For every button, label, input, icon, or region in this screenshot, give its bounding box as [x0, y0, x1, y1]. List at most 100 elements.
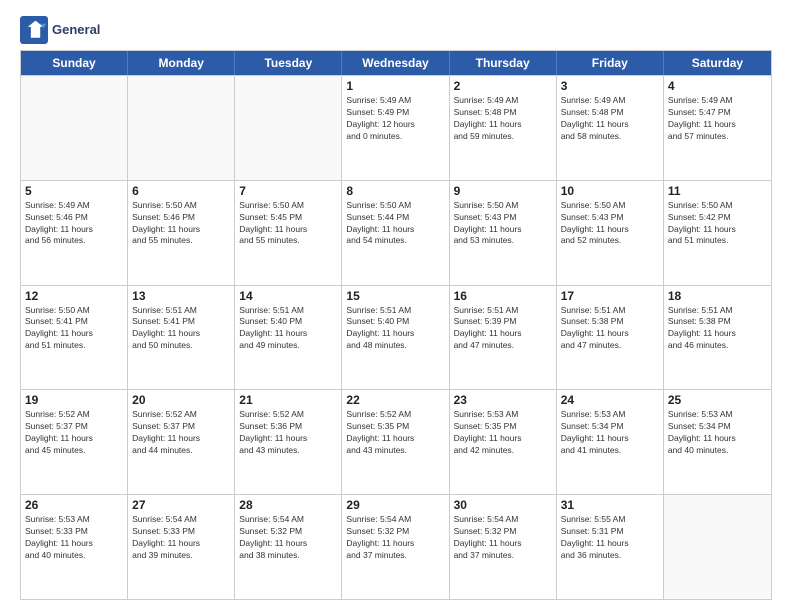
calendar-day-28: 28 Sunrise: 5:54 AM Sunset: 5:32 PM Dayli… [235, 495, 342, 599]
calendar-day-23: 23 Sunrise: 5:53 AM Sunset: 5:35 PM Dayli… [450, 390, 557, 494]
day-number: 7 [239, 184, 337, 198]
calendar-day-17: 17Sunrise: 5:51 AM Sunset: 5:38 PM Dayli… [557, 286, 664, 390]
calendar-day-10: 10Sunrise: 5:50 AM Sunset: 5:43 PM Dayli… [557, 181, 664, 285]
calendar-day-2: 2 Sunrise: 5:49 AM Sunset: 5:48 PM Daylig… [450, 76, 557, 180]
day-info: Sunrise: 5:49 AM Sunset: 5:46 PM Dayligh… [25, 200, 123, 248]
calendar-day-12: 12 Sunrise: 5:50 AM Sunset: 5:41 PM Dayli… [21, 286, 128, 390]
calendar-day-13: 13 Sunrise: 5:51 AM Sunset: 5:41 PM Dayli… [128, 286, 235, 390]
day-info: Sunrise: 5:52 AM Sunset: 5:36 PM Dayligh… [239, 409, 337, 457]
calendar-empty [128, 76, 235, 180]
day-number: 12 [25, 289, 123, 303]
day-number: 1 [346, 79, 444, 93]
header-cell-wednesday: Wednesday [342, 51, 449, 75]
day-info: Sunrise: 5:49 AM Sunset: 5:49 PM Dayligh… [346, 95, 444, 143]
day-info: Sunrise: 5:50 AM Sunset: 5:46 PM Dayligh… [132, 200, 230, 248]
day-number: 11 [668, 184, 767, 198]
day-info: Sunrise: 5:51 AM Sunset: 5:41 PM Dayligh… [132, 305, 230, 353]
day-info: Sunrise: 5:54 AM Sunset: 5:32 PM Dayligh… [346, 514, 444, 562]
calendar: SundayMondayTuesdayWednesdayThursdayFrid… [20, 50, 772, 600]
day-number: 18 [668, 289, 767, 303]
calendar-day-20: 20 Sunrise: 5:52 AM Sunset: 5:37 PM Dayli… [128, 390, 235, 494]
day-info: Sunrise: 5:51 AM Sunset: 5:39 PM Dayligh… [454, 305, 552, 353]
day-number: 15 [346, 289, 444, 303]
calendar-day-26: 26 Sunrise: 5:53 AM Sunset: 5:33 PM Dayli… [21, 495, 128, 599]
day-info: Sunrise: 5:53 AM Sunset: 5:34 PM Dayligh… [668, 409, 767, 457]
calendar-day-25: 25 Sunrise: 5:53 AM Sunset: 5:34 PM Dayli… [664, 390, 771, 494]
day-number: 9 [454, 184, 552, 198]
day-info: Sunrise: 5:51 AM Sunset: 5:40 PM Dayligh… [346, 305, 444, 353]
day-number: 16 [454, 289, 552, 303]
calendar-day-7: 7Sunrise: 5:50 AM Sunset: 5:45 PM Daylig… [235, 181, 342, 285]
calendar-week-2: 5 Sunrise: 5:49 AM Sunset: 5:46 PM Daylig… [21, 180, 771, 285]
day-number: 28 [239, 498, 337, 512]
calendar-day-1: 1 Sunrise: 5:49 AM Sunset: 5:49 PM Daylig… [342, 76, 449, 180]
page: General SundayMondayTuesdayWednesdayThur… [0, 0, 792, 612]
day-number: 2 [454, 79, 552, 93]
day-number: 5 [25, 184, 123, 198]
day-number: 13 [132, 289, 230, 303]
day-info: Sunrise: 5:49 AM Sunset: 5:48 PM Dayligh… [561, 95, 659, 143]
day-number: 31 [561, 498, 659, 512]
day-number: 8 [346, 184, 444, 198]
day-info: Sunrise: 5:53 AM Sunset: 5:33 PM Dayligh… [25, 514, 123, 562]
calendar-day-4: 4Sunrise: 5:49 AM Sunset: 5:47 PM Daylig… [664, 76, 771, 180]
calendar-day-11: 11Sunrise: 5:50 AM Sunset: 5:42 PM Dayli… [664, 181, 771, 285]
day-info: Sunrise: 5:49 AM Sunset: 5:48 PM Dayligh… [454, 95, 552, 143]
day-number: 27 [132, 498, 230, 512]
day-number: 14 [239, 289, 337, 303]
calendar-day-9: 9 Sunrise: 5:50 AM Sunset: 5:43 PM Daylig… [450, 181, 557, 285]
calendar-day-3: 3 Sunrise: 5:49 AM Sunset: 5:48 PM Daylig… [557, 76, 664, 180]
day-info: Sunrise: 5:52 AM Sunset: 5:37 PM Dayligh… [25, 409, 123, 457]
day-number: 6 [132, 184, 230, 198]
day-number: 4 [668, 79, 767, 93]
calendar-day-27: 27 Sunrise: 5:54 AM Sunset: 5:33 PM Dayli… [128, 495, 235, 599]
day-info: Sunrise: 5:53 AM Sunset: 5:35 PM Dayligh… [454, 409, 552, 457]
calendar-day-31: 31 Sunrise: 5:55 AM Sunset: 5:31 PM Dayli… [557, 495, 664, 599]
day-info: Sunrise: 5:54 AM Sunset: 5:32 PM Dayligh… [239, 514, 337, 562]
calendar-week-3: 12 Sunrise: 5:50 AM Sunset: 5:41 PM Dayli… [21, 285, 771, 390]
day-number: 20 [132, 393, 230, 407]
header-cell-friday: Friday [557, 51, 664, 75]
calendar-day-21: 21 Sunrise: 5:52 AM Sunset: 5:36 PM Dayli… [235, 390, 342, 494]
header: General [20, 16, 772, 44]
day-info: Sunrise: 5:50 AM Sunset: 5:43 PM Dayligh… [561, 200, 659, 248]
day-number: 3 [561, 79, 659, 93]
calendar-day-14: 14 Sunrise: 5:51 AM Sunset: 5:40 PM Dayli… [235, 286, 342, 390]
logo-icon [20, 16, 48, 44]
day-info: Sunrise: 5:50 AM Sunset: 5:43 PM Dayligh… [454, 200, 552, 248]
day-info: Sunrise: 5:51 AM Sunset: 5:40 PM Dayligh… [239, 305, 337, 353]
calendar-day-5: 5 Sunrise: 5:49 AM Sunset: 5:46 PM Daylig… [21, 181, 128, 285]
day-number: 21 [239, 393, 337, 407]
day-number: 23 [454, 393, 552, 407]
calendar-week-4: 19 Sunrise: 5:52 AM Sunset: 5:37 PM Dayli… [21, 389, 771, 494]
day-info: Sunrise: 5:51 AM Sunset: 5:38 PM Dayligh… [668, 305, 767, 353]
calendar-empty [664, 495, 771, 599]
logo: General [20, 16, 100, 44]
day-number: 24 [561, 393, 659, 407]
header-cell-monday: Monday [128, 51, 235, 75]
header-cell-thursday: Thursday [450, 51, 557, 75]
calendar-day-18: 18 Sunrise: 5:51 AM Sunset: 5:38 PM Dayli… [664, 286, 771, 390]
calendar-empty [21, 76, 128, 180]
day-number: 26 [25, 498, 123, 512]
calendar-week-1: 1 Sunrise: 5:49 AM Sunset: 5:49 PM Daylig… [21, 75, 771, 180]
calendar-day-24: 24Sunrise: 5:53 AM Sunset: 5:34 PM Dayli… [557, 390, 664, 494]
calendar-day-16: 16 Sunrise: 5:51 AM Sunset: 5:39 PM Dayli… [450, 286, 557, 390]
day-info: Sunrise: 5:55 AM Sunset: 5:31 PM Dayligh… [561, 514, 659, 562]
header-cell-sunday: Sunday [21, 51, 128, 75]
calendar-day-29: 29Sunrise: 5:54 AM Sunset: 5:32 PM Dayli… [342, 495, 449, 599]
day-number: 25 [668, 393, 767, 407]
header-cell-saturday: Saturday [664, 51, 771, 75]
day-number: 30 [454, 498, 552, 512]
day-info: Sunrise: 5:50 AM Sunset: 5:44 PM Dayligh… [346, 200, 444, 248]
calendar-day-6: 6 Sunrise: 5:50 AM Sunset: 5:46 PM Daylig… [128, 181, 235, 285]
day-info: Sunrise: 5:52 AM Sunset: 5:37 PM Dayligh… [132, 409, 230, 457]
day-info: Sunrise: 5:52 AM Sunset: 5:35 PM Dayligh… [346, 409, 444, 457]
day-number: 22 [346, 393, 444, 407]
day-info: Sunrise: 5:54 AM Sunset: 5:33 PM Dayligh… [132, 514, 230, 562]
calendar-day-15: 15 Sunrise: 5:51 AM Sunset: 5:40 PM Dayli… [342, 286, 449, 390]
day-number: 19 [25, 393, 123, 407]
calendar-week-5: 26 Sunrise: 5:53 AM Sunset: 5:33 PM Dayli… [21, 494, 771, 599]
day-info: Sunrise: 5:50 AM Sunset: 5:41 PM Dayligh… [25, 305, 123, 353]
calendar-day-22: 22 Sunrise: 5:52 AM Sunset: 5:35 PM Dayli… [342, 390, 449, 494]
